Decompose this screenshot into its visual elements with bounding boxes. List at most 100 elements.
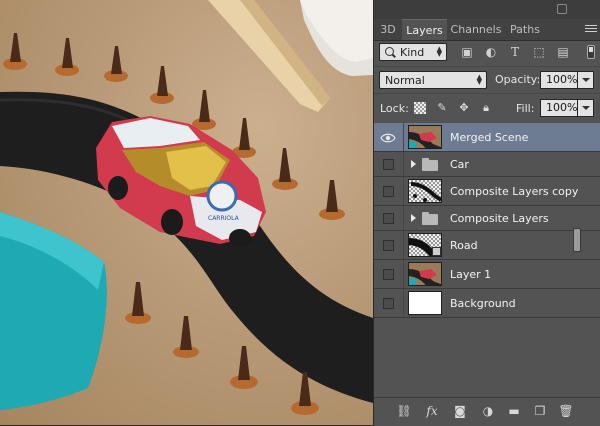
visibility-toggle[interactable] bbox=[383, 159, 394, 170]
car-wheel bbox=[161, 209, 183, 235]
toy-car: CARRIOLA bbox=[96, 116, 266, 247]
tab-layers[interactable]: Layers bbox=[402, 19, 447, 40]
lock-fill-bar: Lock: ✎ ✥ 🔒︎ Fill: 100% bbox=[374, 93, 600, 124]
tab-paths[interactable]: Paths bbox=[505, 19, 545, 40]
layer-row-road[interactable]: Road bbox=[374, 231, 600, 260]
layer-name: Layer 1 bbox=[450, 268, 492, 281]
panel-title-bar[interactable] bbox=[374, 0, 600, 19]
eye-icon[interactable] bbox=[380, 133, 396, 143]
layer-list[interactable]: Merged Scene Car Composite Layers copy C… bbox=[374, 123, 600, 395]
visibility-toggle[interactable] bbox=[383, 240, 394, 251]
column-separator bbox=[403, 152, 404, 176]
fx-icon[interactable]: fx bbox=[424, 403, 440, 419]
collapse-panel-icon[interactable] bbox=[557, 4, 567, 14]
layer-filter-bar: Kind ▲ ▼ ▣ ◐ T ⬚ ▤ bbox=[374, 40, 600, 65]
car-wheel bbox=[108, 176, 128, 200]
new-layer-icon[interactable]: ❐ bbox=[532, 403, 548, 419]
cone bbox=[232, 118, 256, 158]
expand-group-icon[interactable] bbox=[411, 214, 416, 222]
adjustment-filter-icon[interactable]: ◐ bbox=[484, 45, 498, 59]
shape-filter-icon[interactable]: ⬚ bbox=[532, 45, 546, 59]
layer-name: Merged Scene bbox=[450, 131, 529, 144]
smart-object-filter-icon[interactable]: ▤ bbox=[556, 45, 570, 59]
layer-list-scrollbar[interactable] bbox=[573, 228, 581, 252]
layers-bottom-toolbar: ⛓ fx ◙ ◑ ▬ ❐ 🗑︎ bbox=[374, 397, 600, 426]
scene-artwork: CARRIOLA bbox=[0, 0, 373, 415]
layer-name: Car bbox=[450, 158, 469, 171]
visibility-toggle[interactable] bbox=[383, 269, 394, 280]
opacity-label: Opacity: bbox=[495, 73, 541, 86]
layer-row-composite-layers-group[interactable]: Composite Layers bbox=[374, 206, 600, 231]
lock-label: Lock: bbox=[380, 102, 409, 115]
layer-thumbnail bbox=[408, 262, 442, 286]
cone bbox=[319, 180, 345, 220]
filter-kind-label: Kind bbox=[400, 46, 425, 59]
smart-object-icon bbox=[432, 247, 441, 256]
expand-group-icon[interactable] bbox=[411, 160, 416, 168]
lock-position-icon[interactable]: ✥ bbox=[458, 102, 470, 114]
blend-opacity-bar: Normal ▲ ▼ Opacity: 100% bbox=[374, 66, 600, 93]
layer-row-merged-scene[interactable]: Merged Scene bbox=[374, 123, 600, 152]
column-separator bbox=[403, 206, 404, 230]
blend-mode-select[interactable]: Normal ▲ ▼ bbox=[379, 71, 487, 89]
lock-all-icon[interactable]: 🔒︎ bbox=[480, 102, 492, 114]
tab-channels[interactable]: Channels bbox=[447, 19, 505, 40]
opacity-dropdown-icon[interactable] bbox=[578, 71, 594, 89]
layer-row-layer-1[interactable]: Layer 1 bbox=[374, 260, 600, 289]
tab-3d[interactable]: 3D bbox=[374, 19, 402, 40]
updown-arrows-icon: ▲ ▼ bbox=[476, 73, 482, 86]
filter-toggle-switch[interactable] bbox=[587, 45, 595, 59]
fill-input[interactable]: 100% bbox=[540, 99, 578, 117]
search-icon bbox=[385, 47, 394, 56]
folder-icon bbox=[422, 158, 438, 171]
column-separator bbox=[403, 123, 404, 151]
car-wheel bbox=[229, 229, 251, 247]
panel-tabs: 3D Layers Channels Paths bbox=[374, 19, 600, 41]
layer-thumbnail bbox=[408, 291, 442, 315]
folder-icon bbox=[422, 212, 438, 225]
link-layers-icon[interactable]: ⛓ bbox=[396, 403, 412, 419]
layer-thumbnail bbox=[408, 125, 442, 149]
column-separator bbox=[403, 260, 404, 288]
panel-menu-icon[interactable] bbox=[585, 25, 597, 34]
cone bbox=[125, 282, 151, 324]
cone bbox=[104, 46, 128, 82]
hood-sticker-text: CARRIOLA bbox=[208, 215, 240, 222]
visibility-toggle[interactable] bbox=[383, 298, 394, 309]
fill-label: Fill: bbox=[516, 102, 535, 115]
visibility-toggle[interactable] bbox=[383, 213, 394, 224]
add-mask-icon[interactable]: ◙ bbox=[452, 403, 468, 419]
image-filter-icon[interactable]: ▣ bbox=[460, 45, 474, 59]
visibility-toggle[interactable] bbox=[383, 186, 394, 197]
opacity-input[interactable]: 100% bbox=[540, 71, 578, 89]
lock-transparent-pixels-icon[interactable] bbox=[414, 102, 426, 114]
column-separator bbox=[403, 177, 404, 205]
layer-name: Composite Layers bbox=[450, 212, 549, 225]
layer-name: Composite Layers copy bbox=[450, 185, 579, 198]
cone bbox=[3, 33, 27, 70]
column-separator bbox=[403, 231, 404, 259]
layer-row-car-group[interactable]: Car bbox=[374, 152, 600, 177]
layer-row-background[interactable]: Background bbox=[374, 289, 600, 318]
document-canvas[interactable]: CARRIOLA bbox=[0, 0, 373, 425]
layers-panel: 3D Layers Channels Paths Kind ▲ ▼ ▣ ◐ T ⬚… bbox=[373, 0, 600, 426]
cone bbox=[230, 346, 258, 389]
hood-sticker bbox=[206, 180, 238, 212]
updown-arrows-icon: ▲ ▼ bbox=[436, 45, 442, 58]
cone bbox=[55, 38, 79, 76]
layer-name: Background bbox=[450, 297, 516, 310]
type-filter-icon[interactable]: T bbox=[508, 45, 522, 59]
new-group-icon[interactable]: ▬ bbox=[506, 403, 522, 419]
cone bbox=[173, 316, 199, 358]
layer-row-composite-layers-copy[interactable]: Composite Layers copy bbox=[374, 177, 600, 206]
filter-kind-select[interactable]: Kind ▲ ▼ bbox=[379, 43, 447, 61]
fill-dropdown-icon[interactable] bbox=[578, 99, 594, 117]
adjustment-layer-icon[interactable]: ◑ bbox=[480, 403, 496, 419]
cone bbox=[150, 66, 174, 104]
blend-mode-value: Normal bbox=[385, 74, 425, 87]
lock-image-pixels-icon[interactable]: ✎ bbox=[436, 102, 448, 114]
trash-icon[interactable]: 🗑︎ bbox=[558, 403, 574, 419]
column-separator bbox=[403, 289, 404, 317]
cone bbox=[272, 148, 298, 190]
layer-thumbnail bbox=[408, 179, 442, 203]
